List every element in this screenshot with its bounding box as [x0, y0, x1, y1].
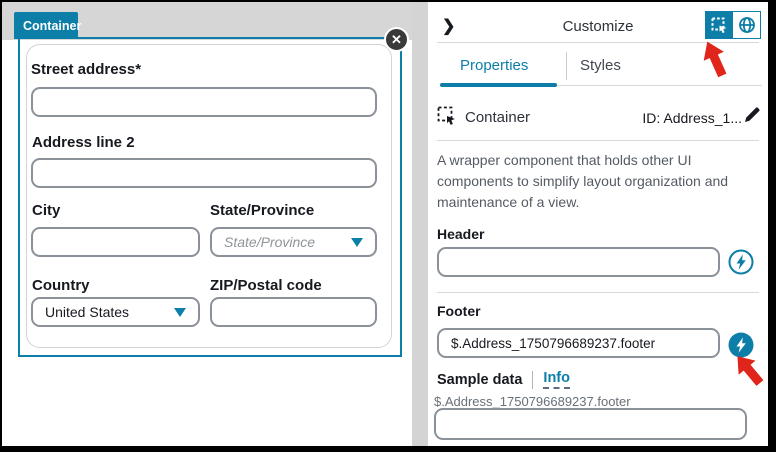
sample-data-input[interactable]	[434, 408, 747, 440]
footer-field-label: Footer	[437, 303, 481, 319]
preview-mode-button[interactable]	[733, 12, 760, 38]
zip-input[interactable]	[210, 297, 377, 327]
component-select-mode-button[interactable]	[706, 12, 733, 38]
component-description: A wrapper component that holds other UI …	[437, 150, 759, 213]
container-icon	[437, 106, 458, 127]
footer-field-input[interactable]	[437, 328, 720, 358]
mode-toggle	[705, 11, 761, 39]
country-select[interactable]: United States	[31, 297, 200, 327]
info-link[interactable]: Info	[543, 370, 570, 389]
component-name: Container	[465, 109, 530, 126]
street-address-input[interactable]	[31, 87, 377, 117]
state-label: State/Province	[210, 202, 314, 219]
state-select-placeholder: State/Province	[224, 234, 315, 250]
street-address-label: Street address*	[31, 61, 141, 78]
zip-label: ZIP/Postal code	[210, 277, 322, 294]
header-binding-button[interactable]	[728, 249, 754, 275]
tab-styles[interactable]: Styles	[580, 57, 621, 74]
tab-divider	[566, 52, 567, 80]
country-label: Country	[32, 277, 90, 294]
globe-icon	[738, 16, 756, 34]
sample-data-path: $.Address_1750796689237.footer	[434, 394, 631, 409]
address-line2-label: Address line 2	[32, 134, 135, 151]
edit-id-pencil-icon[interactable]	[743, 105, 762, 124]
address-line2-input[interactable]	[31, 158, 377, 188]
header-field-input[interactable]	[437, 247, 720, 277]
canvas-pane: Container ✕ Street address* Address line…	[2, 2, 412, 446]
header-field-label: Header	[437, 226, 484, 242]
divider	[532, 371, 533, 389]
active-tab-indicator	[440, 83, 557, 87]
state-select[interactable]: State/Province	[210, 227, 377, 257]
lightning-icon	[728, 249, 754, 275]
sample-data-label: Sample data	[437, 372, 522, 388]
chevron-down-icon	[351, 238, 363, 247]
city-input[interactable]	[31, 227, 200, 257]
chevron-down-icon	[174, 308, 186, 317]
sample-data-row: Sample data Info	[437, 370, 570, 389]
close-button[interactable]: ✕	[384, 27, 409, 52]
selection-tag[interactable]: Container	[14, 12, 78, 39]
divider	[437, 292, 759, 293]
component-select-icon	[711, 17, 728, 34]
pane-divider	[412, 2, 428, 446]
country-select-value: United States	[45, 304, 129, 320]
component-id: ID: Address_1...	[642, 110, 742, 126]
divider	[437, 140, 759, 141]
city-label: City	[32, 202, 60, 219]
tab-properties[interactable]: Properties	[460, 57, 528, 74]
